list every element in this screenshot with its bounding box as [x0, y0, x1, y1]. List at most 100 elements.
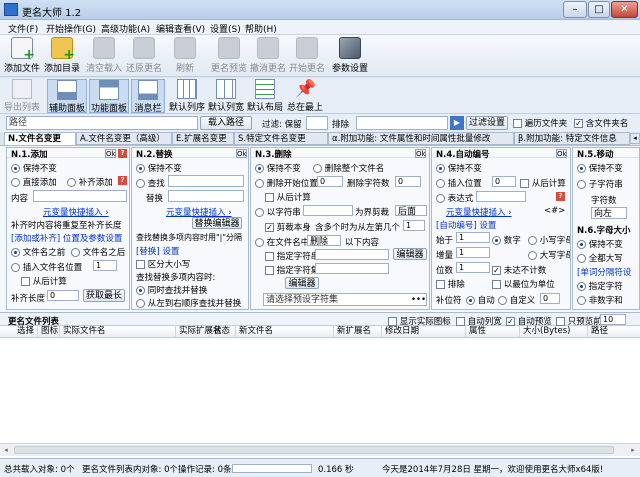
g3-spec-char-checkbox[interactable] [265, 252, 274, 261]
col-path[interactable]: 路径 [588, 326, 640, 338]
g1-keep-option[interactable]: 保持不变 [11, 162, 57, 174]
g5-all-upper-option[interactable]: 全都大写 [577, 252, 623, 264]
g1-direct-radio[interactable] [11, 178, 20, 187]
show-icons-checkbox[interactable] [388, 317, 397, 326]
g3-by-str-input[interactable] [303, 205, 353, 216]
auto-width-checkbox[interactable] [456, 317, 465, 326]
g5-nonalpha-radio[interactable] [577, 296, 586, 305]
g4-auto-option[interactable]: 自动 [466, 294, 495, 306]
message-bar-toggle[interactable]: 消息栏 [131, 79, 165, 114]
g1-direct-option[interactable]: 直接添加 [11, 176, 57, 188]
g4-ok-button[interactable]: Ok [556, 149, 567, 158]
g3-del-whole-option[interactable]: 删除整个文件名 [313, 162, 384, 174]
g4-expr-radio[interactable] [436, 194, 445, 203]
g2-sync-radio[interactable] [136, 286, 145, 295]
g5-keep2-option[interactable]: 保持不变 [577, 238, 623, 250]
g3-del-start-radio[interactable] [255, 179, 264, 188]
close-button[interactable]: ✕ [611, 1, 638, 18]
menu-edit-view[interactable]: 编辑查看(V) [156, 22, 205, 35]
g3-spec-set-checkbox[interactable] [265, 266, 274, 275]
preview-only-checkbox[interactable] [556, 317, 565, 326]
g2-keep-radio[interactable] [136, 164, 145, 173]
g5-keep-radio[interactable] [577, 164, 586, 173]
g3-in-name-option[interactable]: 在文件名中 [255, 236, 309, 248]
g4-digits-spinner[interactable]: 1 [456, 262, 490, 273]
g3-ellipsis-button[interactable]: ••• [411, 295, 426, 305]
revert-rename-button[interactable]: 撤消更名 [250, 37, 286, 75]
g1-after-radio[interactable] [71, 248, 80, 257]
g3-cut-self-option[interactable]: ✓ 剪裁本身 [265, 221, 311, 233]
g1-before-option[interactable]: 文件名之前 [11, 246, 65, 258]
tab-filename-change[interactable]: N.文件名变更 [4, 132, 76, 145]
g1-from-tail-checkbox[interactable] [21, 277, 30, 286]
horizontal-scrollbar[interactable]: ◂ ▸ [0, 443, 640, 456]
g4-upper-radio[interactable] [528, 251, 537, 260]
g4-from-tail-option[interactable]: 从后计算 [520, 177, 566, 189]
default-layout-button[interactable]: 默认布局 [246, 79, 284, 113]
col-attributes[interactable]: 属性 [466, 326, 520, 338]
g1-supp-option[interactable]: 补齐添加 [67, 176, 113, 188]
apply-filter-icon[interactable]: ▶ [450, 116, 464, 130]
g4-step-spinner[interactable]: 1 [456, 247, 490, 258]
aux-panel-toggle[interactable]: 辅助面板 [47, 79, 87, 114]
g3-del-start-option[interactable]: 删除开始位置 [255, 177, 318, 189]
default-column-width-button[interactable]: 默认列宽 [207, 79, 245, 113]
g4-help-icon[interactable]: ? [556, 192, 565, 201]
g2-replace-editor-button[interactable]: 替换编辑器 [192, 217, 242, 229]
g4-upper-option[interactable]: 大写字母 [528, 249, 570, 261]
g4-insert-radio[interactable] [436, 179, 445, 188]
g5-sub-radio[interactable] [577, 180, 586, 189]
undo-rename-button[interactable]: 还原更名 [126, 37, 162, 75]
g3-editor-button[interactable]: 编辑器 [393, 248, 427, 260]
file-list-body[interactable] [0, 338, 640, 458]
g1-insert-option[interactable]: 插入文件名位置 [11, 261, 82, 273]
tab-specific-filename[interactable]: S.特定文件名变更 [234, 132, 328, 145]
g4-keep-option[interactable]: 保持不变 [436, 162, 482, 174]
settings-button[interactable]: 参数设置 [332, 37, 368, 75]
add-folder-button[interactable]: + 添加目录 [44, 37, 80, 75]
g4-sort-option[interactable]: 排除 [436, 278, 465, 290]
export-list-button[interactable]: 导出列表 [3, 79, 41, 113]
g4-lower-option[interactable]: 小写字母 [528, 234, 570, 246]
subfolders-checkbox[interactable] [513, 119, 522, 128]
g4-keep-radio[interactable] [436, 164, 445, 173]
g3-in-name-radio[interactable] [255, 238, 264, 247]
g2-l2r-option[interactable]: 从左到右顺序查找并替换 [136, 297, 241, 309]
g4-no-fill-checkbox[interactable]: ✓ [492, 266, 501, 275]
g1-after-option[interactable]: 文件名之后 [71, 246, 125, 258]
g3-preset-input[interactable]: 请选择预设字符集 [263, 293, 427, 306]
menu-file[interactable]: 文件(F) [8, 22, 38, 35]
g4-start-spinner[interactable]: 1 [456, 232, 490, 243]
col-select[interactable]: 选择 [14, 326, 38, 338]
g1-insert-spinner[interactable]: 1 [93, 260, 117, 271]
g4-min-unit-option[interactable]: 以最位为单位 [492, 278, 555, 290]
add-file-button[interactable]: + 添加文件 [4, 37, 40, 75]
g4-insert-spinner[interactable]: 0 [492, 176, 516, 187]
col-new-name[interactable]: 新文件名 [236, 326, 334, 338]
g3-by-str-option[interactable]: 以字符串 [255, 206, 301, 218]
g2-case-checkbox[interactable] [136, 260, 145, 269]
col-size[interactable]: 大小(Bytes) [520, 326, 588, 338]
g3-from-tail-option[interactable]: 从后计算 [265, 191, 311, 203]
minimize-button[interactable]: – [563, 1, 587, 18]
g4-insert-option[interactable]: 插入位置 [436, 177, 482, 189]
tab-attribute-batch[interactable]: α.附加功能: 文件属性和时间属性批量修改 [328, 132, 514, 145]
g5-direction-dropdown[interactable]: 向左 [591, 207, 627, 219]
g4-no-fill-option[interactable]: ✓ 未达不计数 [492, 264, 546, 276]
g2-find-option[interactable]: 查找 [136, 177, 165, 189]
col-new-ext[interactable]: 新扩展名 [334, 326, 382, 338]
g3-editor2-button[interactable]: 编辑器 [285, 277, 319, 289]
g1-get-max-button[interactable]: 获取最长 [83, 289, 125, 302]
g1-pad-len-spinner[interactable]: 0 [47, 290, 79, 301]
g1-insert-radio[interactable] [11, 263, 20, 272]
col-status[interactable]: 状态 [210, 326, 236, 338]
g4-auto-radio[interactable] [466, 296, 475, 305]
g2-ok-button[interactable]: Ok [236, 149, 247, 158]
include-folder-checkbox[interactable]: ✓ [574, 119, 583, 128]
col-actual-name[interactable]: 实际文件名 [60, 326, 176, 338]
col-icon[interactable]: 图标 [38, 326, 60, 338]
g3-by-str-radio[interactable] [255, 208, 264, 217]
menu-advanced[interactable]: 高级功能(A) [101, 22, 150, 35]
scroll-right-icon[interactable]: ▸ [628, 445, 638, 455]
scroll-thumb[interactable] [14, 446, 614, 454]
